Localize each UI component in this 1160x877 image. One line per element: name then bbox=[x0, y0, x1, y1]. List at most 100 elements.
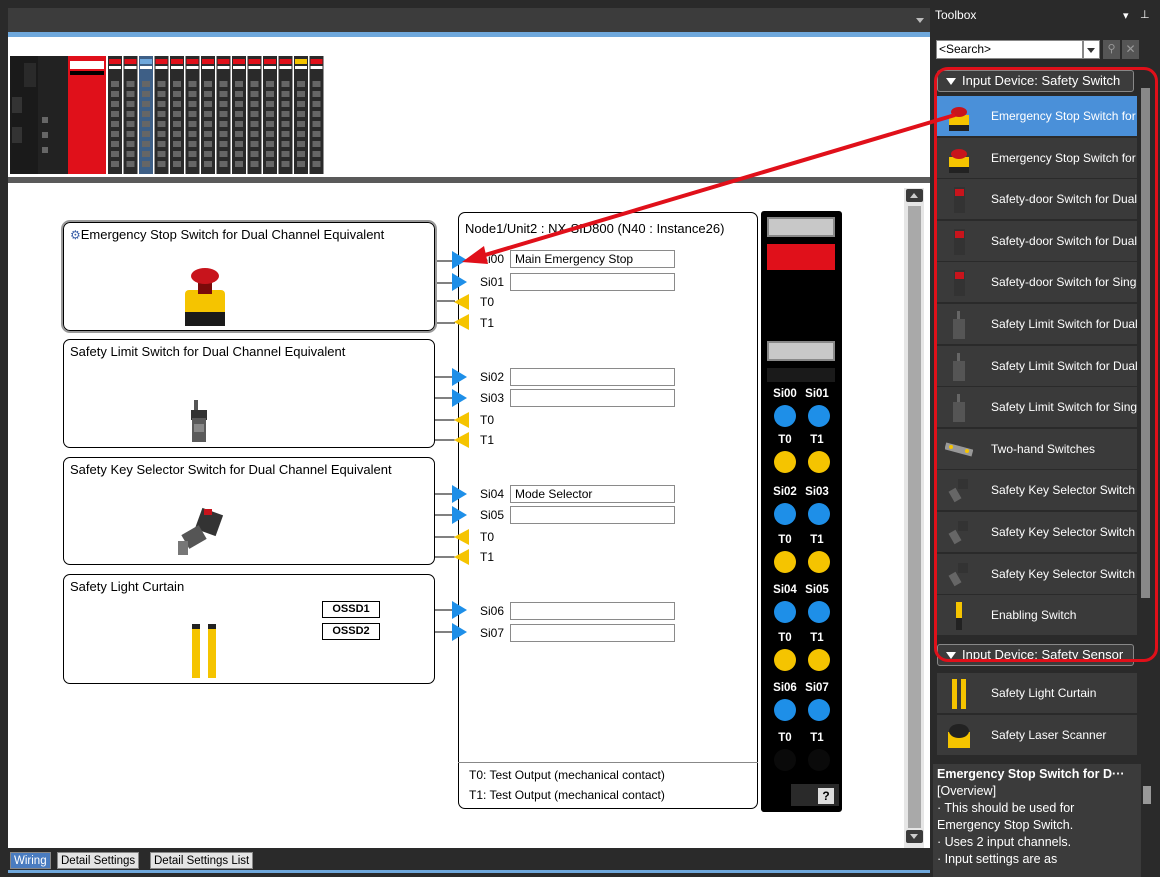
settings-icon: ⚙ bbox=[70, 228, 81, 242]
input-pin-si05[interactable] bbox=[452, 506, 467, 524]
scroll-up-button[interactable] bbox=[906, 189, 923, 202]
pin-label-t1: T1 bbox=[480, 550, 495, 564]
unit-title: Node1/Unit2 : NX-SID800 (N40 : Instance2… bbox=[465, 221, 725, 236]
pin-icon[interactable]: ⊥ bbox=[1140, 8, 1150, 21]
pin-label-si00: Si00 bbox=[480, 252, 505, 266]
tab-detail-settings[interactable]: Detail Settings bbox=[57, 852, 140, 869]
module-led-indicator bbox=[808, 451, 830, 473]
si07-name-field[interactable] bbox=[510, 624, 675, 642]
module-pin-label: T0 bbox=[778, 534, 792, 546]
toolbox-item-label: Safety Light Curtain bbox=[991, 686, 1097, 700]
si00-name-field[interactable]: Main Emergency Stop bbox=[510, 250, 675, 268]
description-line: · This should be used for bbox=[937, 801, 1075, 815]
unit-footer-divider bbox=[458, 762, 758, 763]
pin-label-si04: Si04 bbox=[480, 487, 505, 501]
scroll-down-button[interactable] bbox=[906, 830, 923, 843]
module-led-indicator bbox=[808, 649, 830, 671]
description-scrollbar[interactable] bbox=[1141, 766, 1153, 877]
module-pin-label: Si03 bbox=[805, 486, 829, 498]
si04-name-field[interactable]: Mode Selector bbox=[510, 485, 675, 503]
input-pin-si06[interactable] bbox=[452, 601, 467, 619]
device-key[interactable]: Safety Key Selector Switch for Dual Chan… bbox=[63, 457, 435, 565]
light-curtain-icon bbox=[192, 624, 216, 678]
clear-icon[interactable]: ✕ bbox=[1122, 40, 1139, 59]
toolbox-item-light-curtain[interactable]: Safety Light Curtain bbox=[937, 673, 1137, 714]
device-limit[interactable]: Safety Limit Switch for Dual Channel Equ… bbox=[63, 339, 435, 448]
module-led-indicator bbox=[774, 649, 796, 671]
module-pin-label: T0 bbox=[778, 732, 792, 744]
estop-switch-icon bbox=[185, 268, 225, 326]
si05-name-field[interactable] bbox=[510, 506, 675, 524]
pin-label-si07: Si07 bbox=[480, 626, 505, 640]
input-pin-si07[interactable] bbox=[452, 623, 467, 641]
description-scrollbar-thumb[interactable] bbox=[1143, 786, 1151, 804]
pin-label-si05: Si05 bbox=[480, 508, 505, 522]
test-output-t1[interactable] bbox=[454, 432, 469, 448]
scrollbar-thumb[interactable] bbox=[908, 206, 921, 828]
footnote-t0: T0: Test Output (mechanical contact) bbox=[469, 768, 665, 782]
pin-label-si01: Si01 bbox=[480, 275, 505, 289]
chevron-down-icon bbox=[910, 834, 918, 839]
input-pin-si01[interactable] bbox=[452, 273, 467, 291]
module-pin-label: Si05 bbox=[805, 584, 829, 596]
test-output-t0[interactable] bbox=[454, 294, 469, 310]
laser-scanner-icon bbox=[948, 724, 970, 748]
toolbox-item-label: Safety Laser Scanner bbox=[991, 728, 1107, 742]
input-pin-si03[interactable] bbox=[452, 389, 467, 407]
ossd2-output: OSSD2 bbox=[322, 623, 380, 640]
pin-label-si02: Si02 bbox=[480, 370, 505, 384]
toolbox-item-laser-scanner[interactable]: Safety Laser Scanner bbox=[937, 715, 1137, 756]
chevron-up-icon bbox=[910, 193, 918, 198]
device-estop[interactable]: ⚙Emergency Stop Switch for Dual Channel … bbox=[61, 220, 437, 333]
description-title: Emergency Stop Switch for D··· bbox=[937, 767, 1125, 781]
test-output-t1[interactable] bbox=[454, 549, 469, 565]
test-output-t0[interactable] bbox=[454, 412, 469, 428]
module-pin-label: T1 bbox=[810, 534, 824, 546]
module-pin-label: Si07 bbox=[805, 682, 829, 694]
input-pin-si04[interactable] bbox=[452, 485, 467, 503]
pin-label-t0: T0 bbox=[480, 530, 495, 544]
module-mid-latch bbox=[767, 341, 835, 361]
test-output-t0[interactable] bbox=[454, 529, 469, 545]
test-output-t1[interactable] bbox=[454, 314, 469, 330]
toolbox-search-input[interactable]: <Search> bbox=[936, 40, 1083, 59]
chevron-down-icon bbox=[1087, 48, 1095, 53]
help-icon[interactable]: ? bbox=[818, 788, 834, 804]
si01-name-field[interactable] bbox=[510, 273, 675, 291]
toolbox-menu-icon[interactable]: ▾ bbox=[1123, 9, 1129, 22]
device-estop-title: ⚙Emergency Stop Switch for Dual Channel … bbox=[70, 227, 385, 242]
pin-label-t0: T0 bbox=[480, 413, 495, 427]
input-pin-si00[interactable] bbox=[452, 251, 467, 269]
module-led-indicator bbox=[774, 749, 796, 771]
si06-name-field[interactable] bbox=[510, 602, 675, 620]
module-led-indicator bbox=[774, 699, 796, 721]
pin-label-t0: T0 bbox=[480, 295, 495, 309]
module-pin-label: T0 bbox=[778, 434, 792, 446]
pin-label-si06: Si06 bbox=[480, 604, 505, 618]
module-led-indicator bbox=[774, 451, 796, 473]
module-led-indicator bbox=[808, 503, 830, 525]
pin-label-t1: T1 bbox=[480, 433, 495, 447]
bottom-accent bbox=[8, 870, 930, 873]
description-line: Emergency Stop Switch. bbox=[937, 818, 1074, 832]
input-pin-si02[interactable] bbox=[452, 368, 467, 386]
pin-label-si03: Si03 bbox=[480, 391, 505, 405]
tab-wiring[interactable]: Wiring bbox=[10, 852, 51, 869]
module-led-indicator bbox=[774, 601, 796, 623]
search-dropdown-button[interactable] bbox=[1083, 40, 1100, 59]
module-led-indicator bbox=[808, 749, 830, 771]
module-led-indicator bbox=[774, 503, 796, 525]
search-icon[interactable]: ⚲ bbox=[1103, 40, 1120, 59]
si03-name-field[interactable] bbox=[510, 389, 675, 407]
module-pin-label: Si01 bbox=[805, 388, 829, 400]
module-slot bbox=[767, 368, 835, 382]
description-line: · Input settings are as bbox=[937, 852, 1058, 866]
module-pin-label: Si00 bbox=[773, 388, 797, 400]
tab-detail-settings-list[interactable]: Detail Settings List bbox=[150, 852, 254, 869]
si02-name-field[interactable] bbox=[510, 368, 675, 386]
module-led-indicator bbox=[808, 405, 830, 427]
device-curtain-title: Safety Light Curtain bbox=[70, 579, 185, 594]
module-led-indicator bbox=[808, 601, 830, 623]
toolbox-title: Toolbox bbox=[935, 8, 977, 22]
key-selector-icon bbox=[178, 507, 224, 555]
